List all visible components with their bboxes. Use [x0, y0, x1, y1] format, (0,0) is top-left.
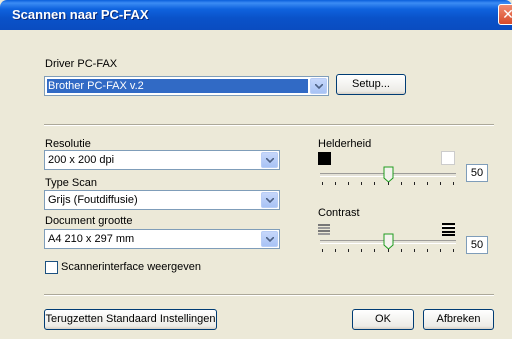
scanner-interface-label: Scannerinterface weergeven [61, 261, 202, 273]
light-square-icon [441, 151, 455, 165]
close-icon: ✕ [502, 6, 512, 22]
window-title: Scannen naar PC-FAX [12, 7, 149, 22]
reset-defaults-button[interactable]: Terugzetten Standaard Instellingen [44, 309, 217, 330]
driver-value: Brother PC-FAX v.2 [47, 79, 308, 93]
contrast-label: Contrast [318, 207, 360, 219]
resolution-value: 200 x 200 dpi [48, 154, 115, 166]
chevron-down-icon [266, 158, 274, 163]
title-bar[interactable]: Scannen naar PC-FAX ✕ [0, 0, 512, 30]
high-contrast-icon [442, 223, 455, 236]
document-size-value: A4 210 x 297 mm [48, 233, 135, 245]
resolution-label: Resolutie [45, 138, 91, 150]
contrast-value[interactable]: 50 [466, 236, 488, 254]
driver-label: Driver PC-FAX [45, 58, 118, 70]
document-size-dropdown-arrow[interactable] [261, 231, 278, 247]
separator-top [44, 124, 494, 126]
scan-type-select[interactable]: Grijs (Foutdiffusie) [44, 190, 280, 210]
brightness-label: Helderheid [318, 138, 372, 150]
resolution-dropdown-arrow[interactable] [261, 152, 278, 168]
scan-type-dropdown-arrow[interactable] [261, 192, 278, 208]
scan-type-label: Type Scan [45, 177, 97, 189]
cancel-button[interactable]: Afbreken [423, 309, 494, 330]
separator-bottom [44, 294, 494, 296]
ok-button[interactable]: OK [352, 309, 414, 330]
document-size-select[interactable]: A4 210 x 297 mm [44, 229, 280, 249]
chevron-down-icon [315, 84, 323, 89]
resolution-select[interactable]: 200 x 200 dpi [44, 150, 280, 170]
close-button[interactable]: ✕ [498, 4, 512, 25]
chevron-down-icon [266, 198, 274, 203]
driver-select[interactable]: Brother PC-FAX v.2 [44, 76, 329, 96]
brightness-value[interactable]: 50 [466, 164, 488, 182]
dark-square-icon [318, 152, 331, 165]
setup-button[interactable]: Setup... [336, 74, 406, 95]
driver-dropdown-arrow[interactable] [310, 78, 327, 94]
scan-type-value: Grijs (Foutdiffusie) [48, 194, 138, 206]
dialog-window: Scannen naar PC-FAX ✕ Driver PC-FAX Brot… [0, 0, 512, 339]
chevron-down-icon [266, 237, 274, 242]
scanner-interface-checkbox[interactable] [45, 261, 58, 274]
low-contrast-icon [318, 224, 330, 235]
document-size-label: Document grootte [45, 215, 133, 227]
